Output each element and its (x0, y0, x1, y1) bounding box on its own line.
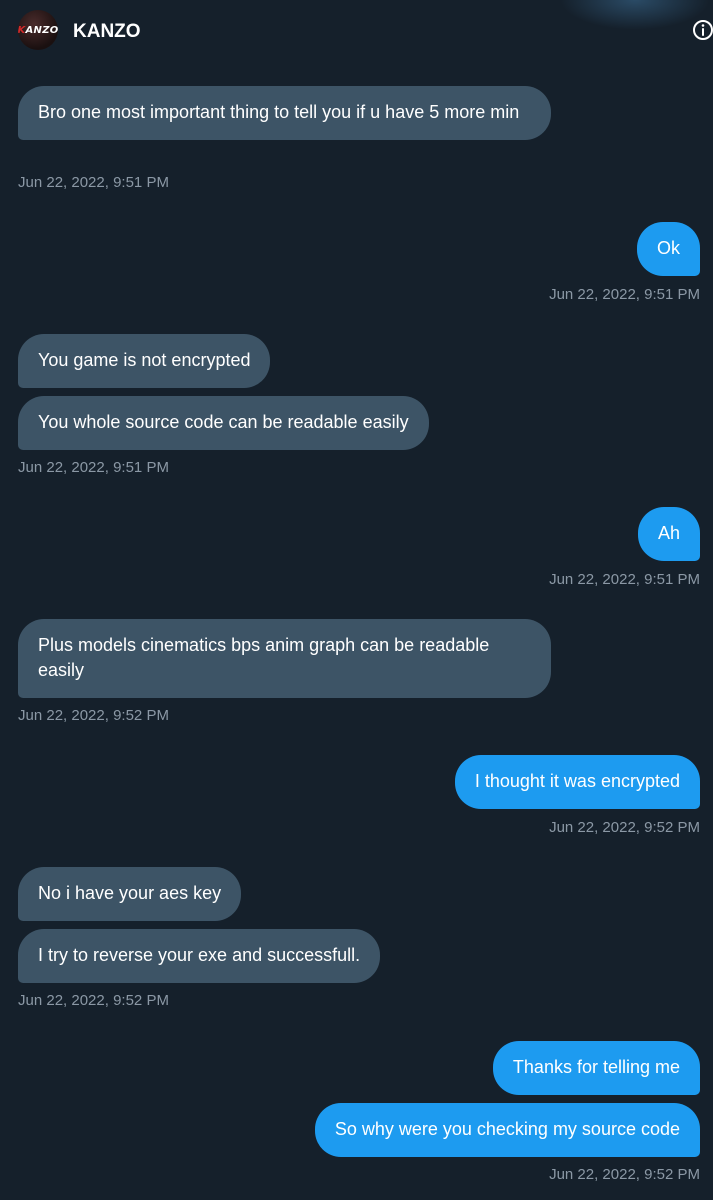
message-bubble-sent[interactable]: I thought it was encrypted (454, 755, 700, 809)
message-bubble-sent[interactable]: So why were you checking my source code (314, 1103, 700, 1157)
message-timestamp: Jun 22, 2022, 9:51 PM (18, 174, 169, 191)
message-bubble-received[interactable]: Plus models cinematics bps anim graph ca… (18, 619, 551, 698)
message-bubble-received[interactable]: Bro one most important thing to tell you… (18, 86, 551, 140)
message-timestamp: Jun 22, 2022, 9:51 PM (18, 459, 169, 476)
message-timestamp: Jun 22, 2022, 9:52 PM (549, 819, 700, 836)
message-timestamp: Jun 22, 2022, 9:52 PM (18, 992, 169, 1009)
message-bubble-sent[interactable]: Ok (636, 222, 700, 276)
avatar-logo: KANZO (18, 24, 58, 36)
info-icon[interactable] (692, 19, 713, 41)
message-bubble-received[interactable]: I try to reverse your exe and successful… (18, 929, 381, 983)
contact-name[interactable]: KANZO (73, 20, 141, 44)
message-bubble-received[interactable]: You whole source code can be readable ea… (18, 396, 429, 450)
message-bubble-received[interactable]: You game is not encrypted (18, 334, 271, 388)
avatar[interactable]: KANZO (18, 10, 58, 50)
conversation-header: KANZO KANZO (0, 0, 713, 64)
message-bubble-sent[interactable]: Thanks for telling me (492, 1041, 700, 1095)
message-bubble-received[interactable]: No i have your aes key (18, 867, 242, 921)
message-bubble-sent[interactable]: Ah (637, 507, 700, 561)
message-timestamp: Jun 22, 2022, 9:51 PM (549, 571, 700, 588)
message-timestamp: Jun 22, 2022, 9:52 PM (18, 707, 169, 724)
message-timestamp: Jun 22, 2022, 9:51 PM (549, 286, 700, 303)
header-glow (560, 0, 710, 30)
message-timestamp: Jun 22, 2022, 9:52 PM (549, 1166, 700, 1183)
